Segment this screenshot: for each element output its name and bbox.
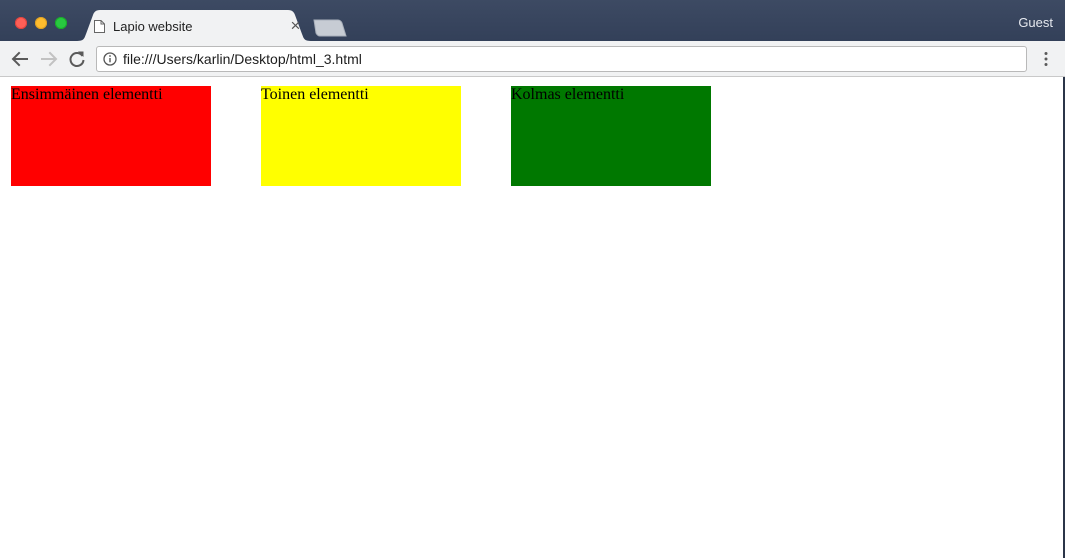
zoom-window-button[interactable] (55, 17, 67, 29)
first-element-box: Ensimmäinen elementti (11, 86, 211, 186)
address-bar-url[interactable]: file:///Users/karlin/Desktop/html_3.html (123, 51, 362, 68)
close-window-button[interactable] (15, 17, 27, 29)
document-icon (94, 20, 105, 33)
tab-close-icon[interactable]: × (288, 17, 303, 34)
tab-shape (76, 10, 312, 41)
second-element-label: Toinen elementti (261, 86, 369, 103)
back-arrow-icon[interactable] (10, 49, 30, 69)
second-element-box: Toinen elementti (261, 86, 461, 186)
browser-toolbar: file:///Users/karlin/Desktop/html_3.html (0, 41, 1065, 77)
minimize-window-button[interactable] (35, 17, 47, 29)
kebab-menu-icon[interactable] (1041, 51, 1051, 67)
third-element-box: Kolmas elementti (511, 86, 711, 186)
new-tab-button[interactable] (312, 19, 348, 37)
third-element-label: Kolmas elementti (511, 86, 625, 103)
browser-tab-active[interactable]: Lapio website × (76, 10, 312, 41)
address-bar[interactable]: file:///Users/karlin/Desktop/html_3.html (96, 46, 1027, 72)
tab-title: Lapio website (113, 19, 193, 34)
reload-icon[interactable] (67, 49, 87, 69)
forward-arrow-icon[interactable] (39, 49, 59, 69)
page-viewport: Ensimmäinen elementti Toinen elementti K… (0, 77, 1063, 558)
info-icon[interactable] (103, 52, 117, 66)
browser-title-bar: Lapio website × Guest (0, 0, 1065, 41)
first-element-label: Ensimmäinen elementti (11, 86, 163, 103)
profile-button[interactable]: Guest (1018, 15, 1053, 31)
